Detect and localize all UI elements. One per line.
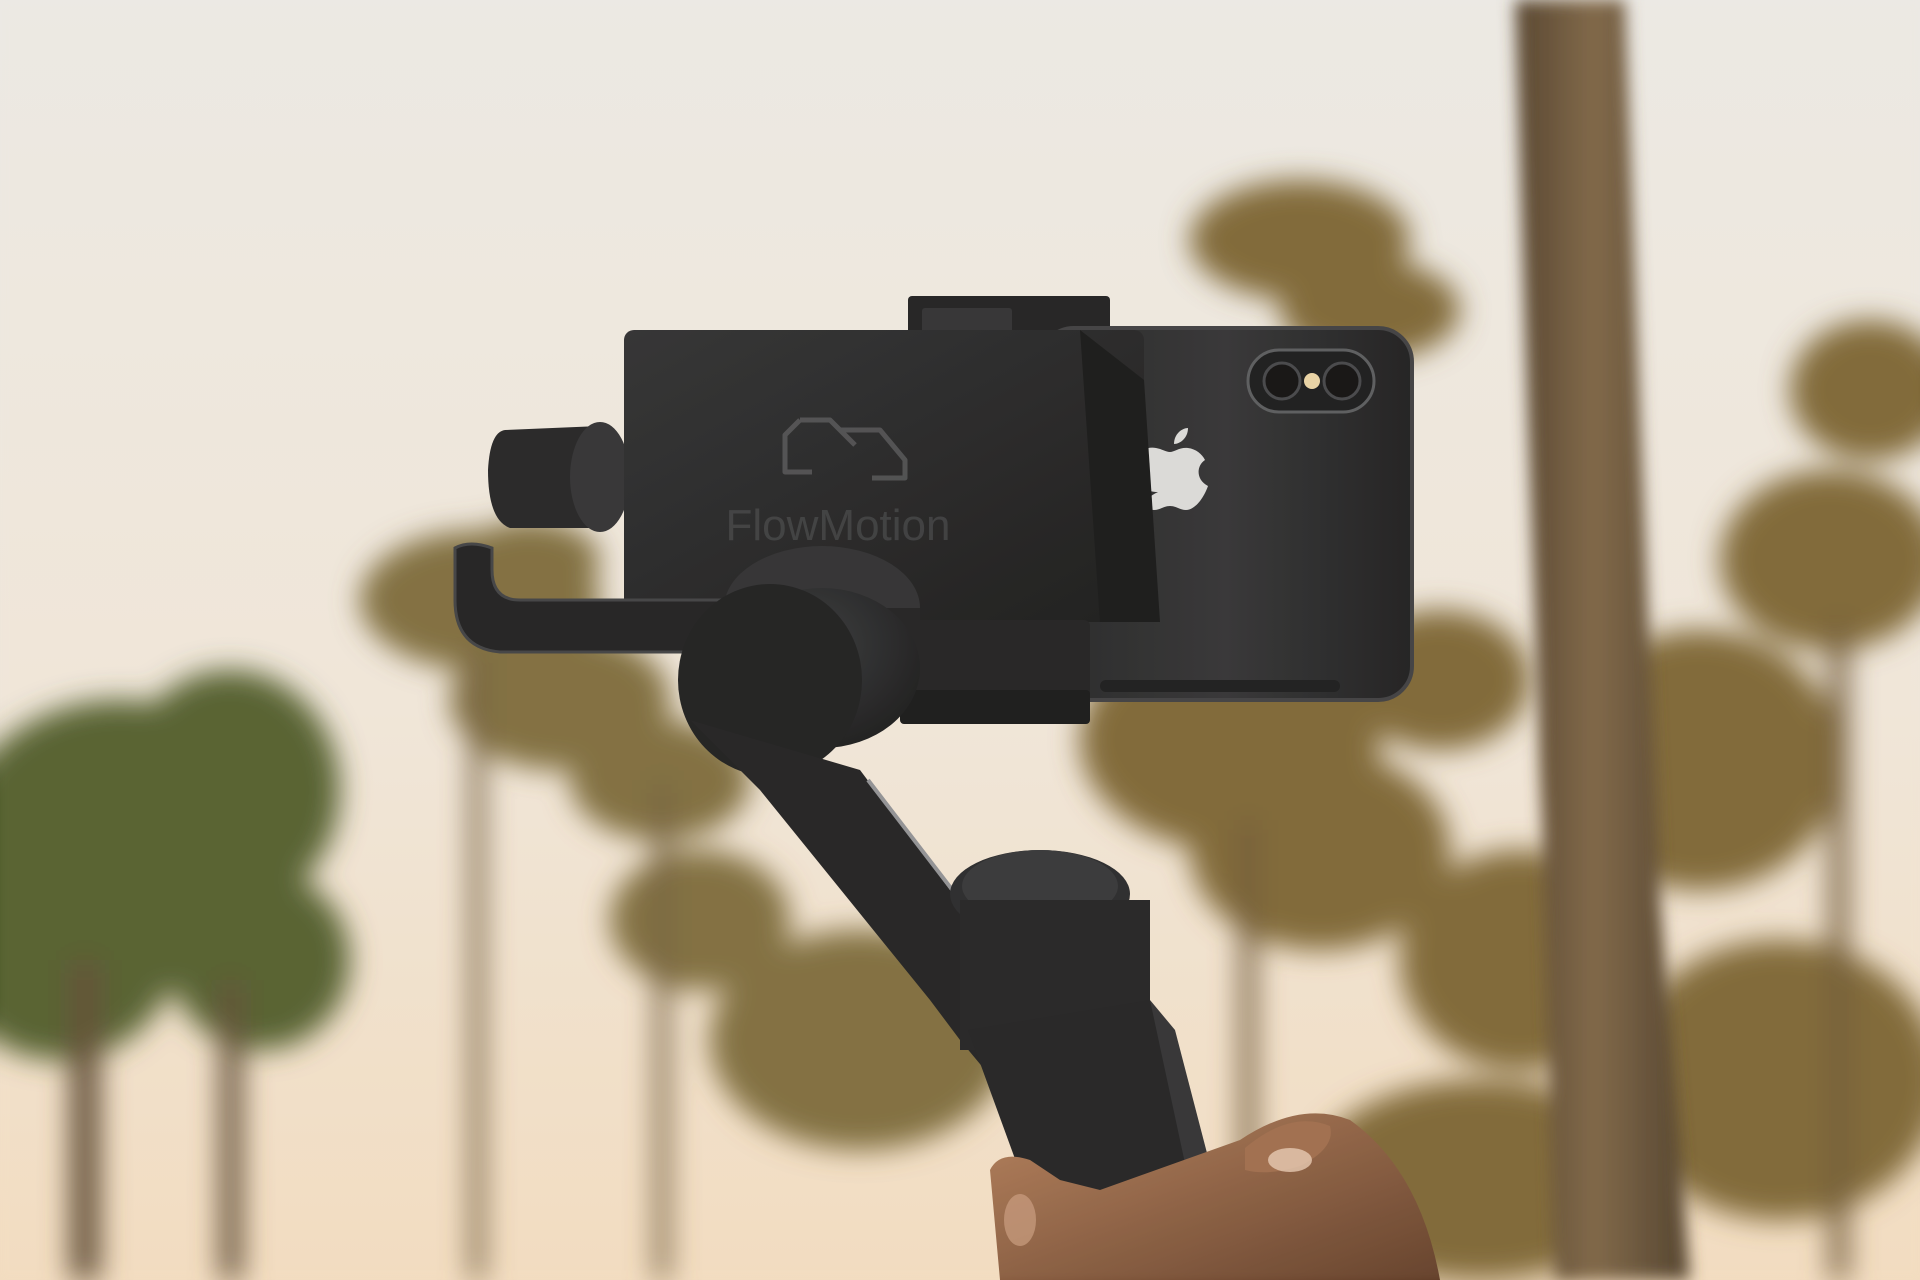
- gimbal-photo: FlowMotion: [0, 0, 1920, 1280]
